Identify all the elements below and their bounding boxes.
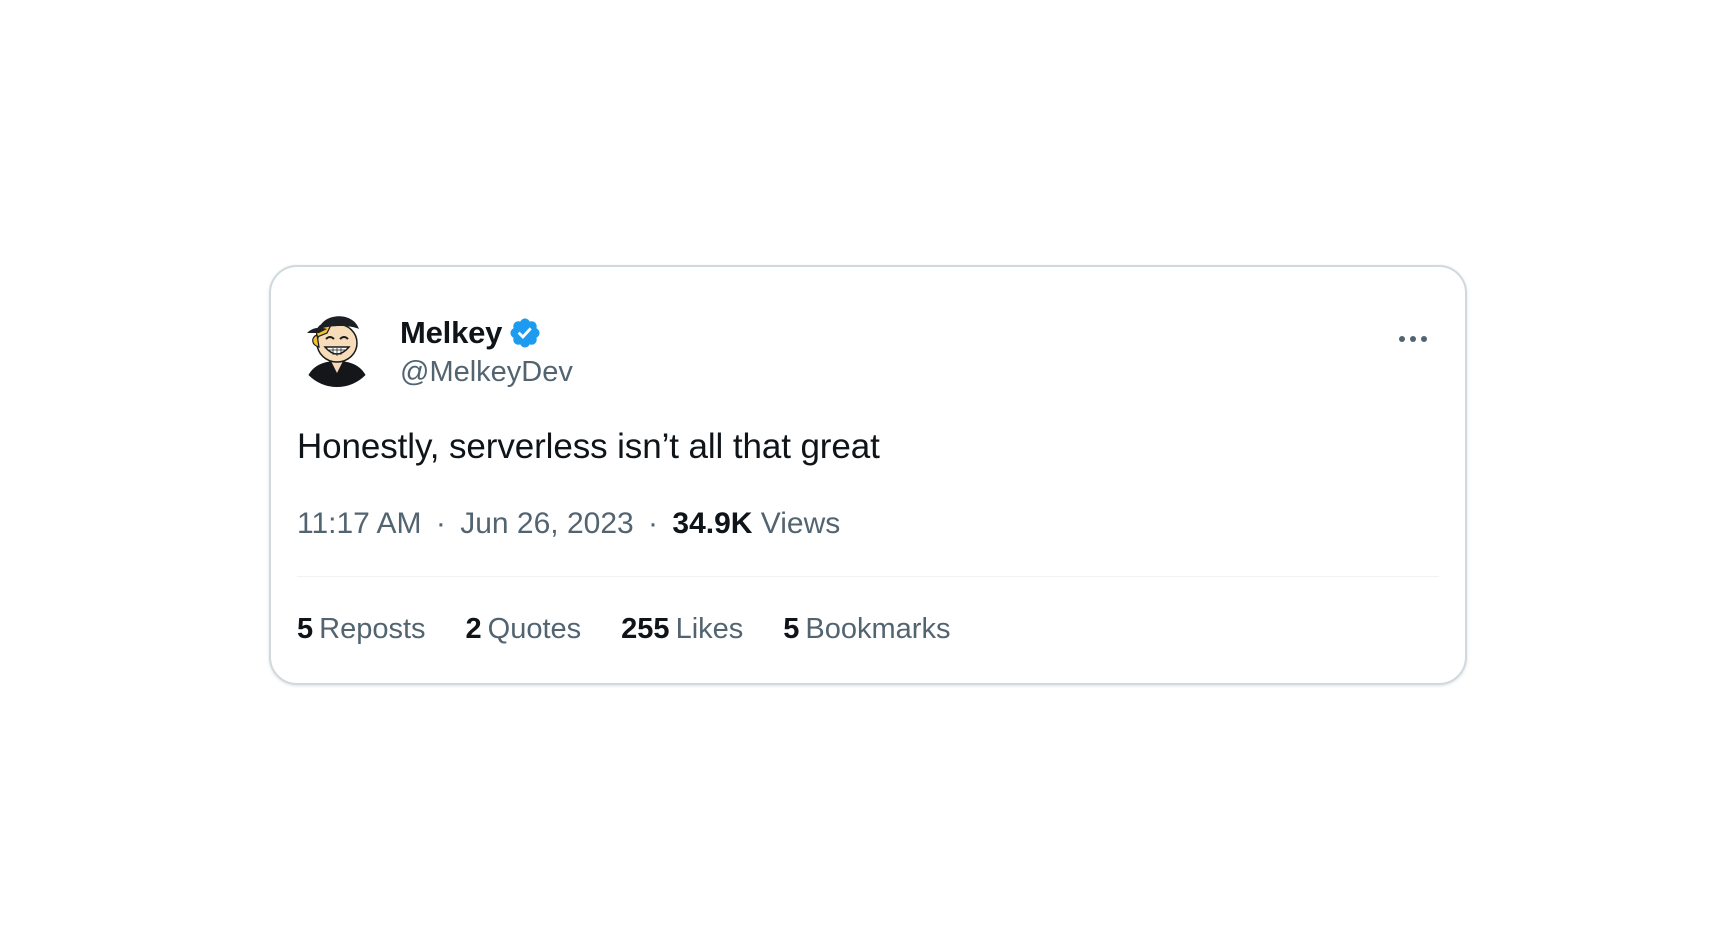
bookmarks-label: Bookmarks bbox=[805, 613, 951, 645]
reposts-stat[interactable]: 5 Reposts bbox=[297, 613, 426, 646]
tweet-date[interactable]: Jun 26, 2023 bbox=[460, 507, 633, 540]
quotes-stat[interactable]: 2 Quotes bbox=[466, 613, 582, 646]
tweet-card: Melkey @MelkeyDev Honestly, serverless i… bbox=[269, 265, 1467, 685]
engagement-stats: 5 Reposts 2 Quotes 255 Likes 5 Bookmarks bbox=[297, 613, 990, 646]
views-count: 34.9K bbox=[672, 507, 753, 540]
tweet-header: Melkey @MelkeyDev bbox=[297, 307, 1439, 391]
bookmarks-count: 5 bbox=[783, 613, 800, 645]
quotes-label: Quotes bbox=[487, 613, 582, 645]
meta-separator: · bbox=[435, 507, 446, 540]
tweet-meta: 11:17 AM · Jun 26, 2023 · 34.9K Views bbox=[297, 507, 840, 541]
divider bbox=[297, 576, 1439, 577]
views-label: Views bbox=[760, 507, 841, 540]
reposts-count: 5 bbox=[297, 613, 314, 645]
meta-separator: · bbox=[648, 507, 659, 540]
display-name-row: Melkey bbox=[400, 313, 573, 353]
avatar[interactable] bbox=[297, 307, 377, 387]
tweet-time[interactable]: 11:17 AM bbox=[297, 507, 422, 540]
bookmarks-stat[interactable]: 5 Bookmarks bbox=[783, 613, 950, 646]
display-name[interactable]: Melkey bbox=[400, 315, 502, 351]
verified-badge-icon[interactable] bbox=[508, 316, 542, 350]
more-options-button[interactable] bbox=[1393, 319, 1433, 359]
likes-count: 255 bbox=[621, 613, 670, 645]
likes-label: Likes bbox=[675, 613, 744, 645]
author-handle[interactable]: @MelkeyDev bbox=[400, 353, 573, 391]
author-names: Melkey @MelkeyDev bbox=[400, 313, 573, 391]
tweet-text: Honestly, serverless isn’t all that grea… bbox=[297, 427, 880, 466]
quotes-count: 2 bbox=[465, 613, 482, 645]
reposts-label: Reposts bbox=[319, 613, 426, 645]
likes-stat[interactable]: 255 Likes bbox=[621, 613, 743, 646]
more-options-icon bbox=[1399, 336, 1427, 342]
cartoon-avatar-icon bbox=[305, 316, 369, 387]
